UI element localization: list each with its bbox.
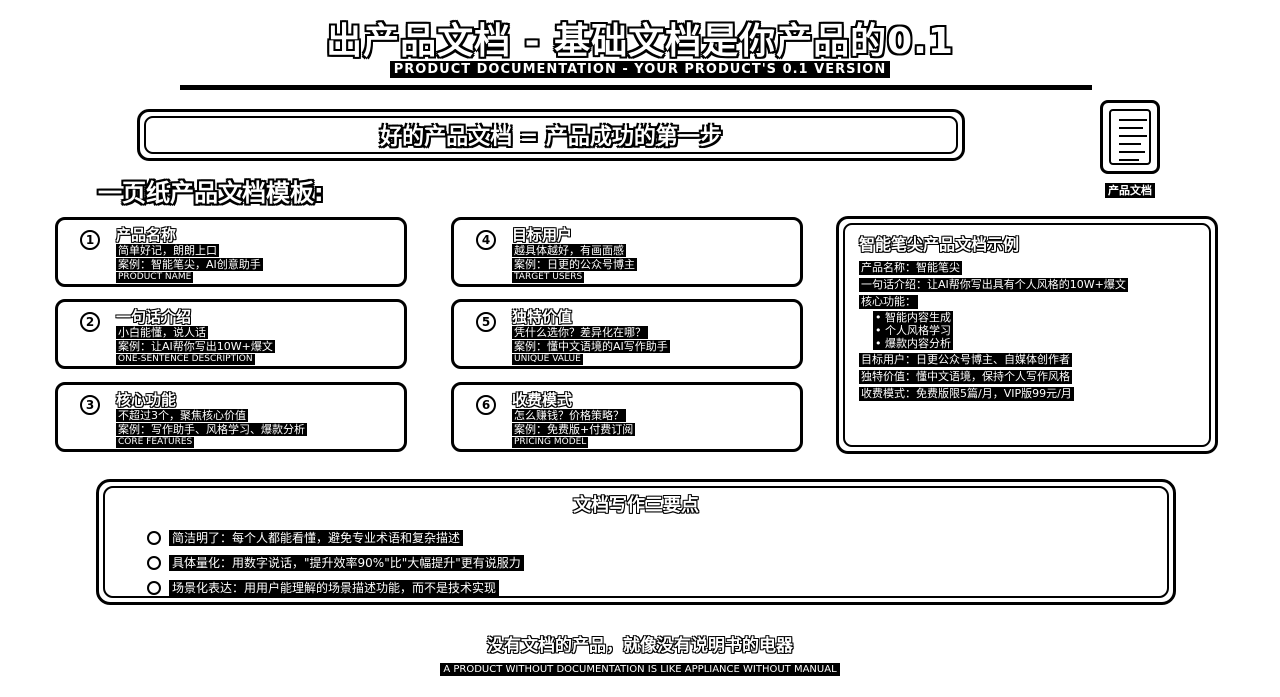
example-panel: 智能笔尖产品文档示例 产品名称：智能笔尖 一句话介绍：让AI帮你写出具有个人风格…	[836, 216, 1218, 454]
footer-tagline: 没有文档的产品，就像没有说明书的电器	[487, 636, 793, 656]
example-users-line: 目标用户：日更公众号博主、自媒体创作者	[859, 353, 1072, 367]
card-title: 独特价值	[512, 308, 573, 326]
keypoint-text: 具体量化：用数字说话，"提升效率90%"比"大幅提升"更有说服力	[169, 555, 524, 571]
example-feature-item: • 爆款内容分析	[873, 337, 953, 350]
card-line: 越具体越好，有画面感	[512, 244, 626, 257]
example-title: 智能笔尖产品文档示例	[859, 235, 1020, 254]
card-english-label: ONE-SENTENCE DESCRIPTION	[116, 354, 255, 365]
card-number: 6	[476, 395, 496, 415]
card-pricing-model: 6 收费模式 怎么赚钱？价格策略？ 案例：免费版+付费订阅 PRICING MO…	[451, 382, 803, 452]
card-number: 3	[80, 395, 100, 415]
card-number: 5	[476, 312, 496, 332]
example-pricing-line: 收费模式：免费版限5篇/月，VIP版99元/月	[859, 387, 1074, 401]
card-english-label: PRODUCT NAME	[116, 272, 194, 283]
card-one-sentence: 2 一句话介绍 小白能懂，说人话 案例：让AI帮你写出10W+爆文 ONE-SE…	[55, 299, 407, 369]
subtitle-wrap: PRODUCT DOCUMENTATION - YOUR PRODUCT'S 0…	[0, 58, 1280, 78]
card-core-features: 3 核心功能 不超过3个，聚焦核心价值 案例：写作助手、风格学习、爆款分析 CO…	[55, 382, 407, 452]
card-english-label: PRICING MODEL	[512, 437, 589, 448]
keypoint-item: 具体量化：用数字说话，"提升效率90%"比"大幅提升"更有说服力	[147, 554, 524, 572]
card-title: 一句话介绍	[116, 308, 192, 326]
card-unique-value: 5 独特价值 凭什么选你？差异化在哪？ 案例：懂中文语境的AI写作助手 UNIQ…	[451, 299, 803, 369]
keypoints-title: 文档写作三要点	[573, 495, 699, 516]
document-page	[1109, 109, 1151, 165]
keypoint-text: 简洁明了：每个人都能看懂，避免专业术语和复杂描述	[169, 530, 464, 546]
document-line	[1119, 151, 1145, 153]
document-icon	[1100, 100, 1160, 174]
card-line: 不超过3个，聚焦核心价值	[116, 409, 248, 422]
document-icon-label-wrap: 产品文档	[1100, 179, 1160, 198]
example-name-line: 产品名称：智能笔尖	[859, 261, 962, 275]
banner-text: 好的产品文档 = 产品成功的第一步	[380, 125, 722, 150]
keypoint-text: 场景化表达：用用户能理解的场景描述功能，而不是技术实现	[169, 580, 500, 596]
card-example: 案例：日更的公众号博主	[512, 258, 637, 271]
card-title: 核心功能	[116, 391, 177, 409]
page-title: 出产品文档 - 基础文档是你产品的0.1	[326, 21, 954, 62]
keypoint-item: 简洁明了：每个人都能看懂，避免专业术语和复杂描述	[147, 529, 464, 547]
card-number: 1	[80, 230, 100, 250]
footer-english-tagline: A PRODUCT WITHOUT DOCUMENTATION IS LIKE …	[440, 663, 840, 676]
card-title: 收费模式	[512, 391, 573, 409]
card-number: 2	[80, 312, 100, 332]
example-features-label: 核心功能：	[859, 295, 918, 309]
card-english-label: UNIQUE VALUE	[512, 354, 583, 365]
keypoints-panel: 文档写作三要点 简洁明了：每个人都能看懂，避免专业术语和复杂描述 具体量化：用数…	[96, 479, 1176, 605]
banner: 好的产品文档 = 产品成功的第一步	[137, 109, 965, 161]
card-product-name: 1 产品名称 简单好记，朗朗上口 案例：智能笔尖，AI创意助手 PRODUCT …	[55, 217, 407, 287]
card-line: 小白能懂，说人话	[116, 326, 208, 339]
document-icon-label: 产品文档	[1105, 183, 1155, 198]
keypoint-item: 场景化表达：用用户能理解的场景描述功能，而不是技术实现	[147, 579, 500, 597]
header-divider	[180, 85, 1092, 90]
bullet-circle-icon	[147, 556, 161, 570]
document-line	[1119, 159, 1139, 161]
card-example: 案例：让AI帮你写出10W+爆文	[116, 340, 275, 353]
template-heading: 一页纸产品文档模板:	[98, 179, 324, 207]
card-english-label: CORE FEATURES	[116, 437, 195, 448]
card-title: 产品名称	[116, 226, 177, 244]
example-feature-item: • 智能内容生成	[873, 311, 953, 324]
card-example: 案例：免费版+付费订阅	[512, 423, 636, 436]
card-title: 目标用户	[512, 226, 573, 244]
card-line: 凭什么选你？差异化在哪？	[512, 326, 648, 339]
document-line	[1119, 135, 1147, 137]
card-english-label: TARGET USERS	[512, 272, 585, 283]
page-subtitle: PRODUCT DOCUMENTATION - YOUR PRODUCT'S 0…	[389, 61, 891, 78]
card-number: 4	[476, 230, 496, 250]
card-example: 案例：懂中文语境的AI写作助手	[512, 340, 670, 353]
example-feature-item: • 个人风格学习	[873, 324, 953, 337]
card-example: 案例：智能笔尖，AI创意助手	[116, 258, 263, 271]
footer-english-wrap: A PRODUCT WITHOUT DOCUMENTATION IS LIKE …	[0, 657, 1280, 676]
example-value-line: 独特价值：懂中文语境，保持个人写作风格	[859, 370, 1072, 384]
document-line	[1119, 143, 1141, 145]
card-line: 简单好记，朗朗上口	[116, 244, 219, 257]
bullet-circle-icon	[147, 531, 161, 545]
document-line	[1119, 119, 1147, 121]
bullet-circle-icon	[147, 581, 161, 595]
card-line: 怎么赚钱？价格策略？	[512, 409, 626, 422]
example-intro-line: 一句话介绍：让AI帮你写出具有个人风格的10W+爆文	[859, 278, 1128, 292]
card-example: 案例：写作助手、风格学习、爆款分析	[116, 423, 307, 436]
document-line	[1119, 127, 1143, 129]
card-target-users: 4 目标用户 越具体越好，有画面感 案例：日更的公众号博主 TARGET USE…	[451, 217, 803, 287]
